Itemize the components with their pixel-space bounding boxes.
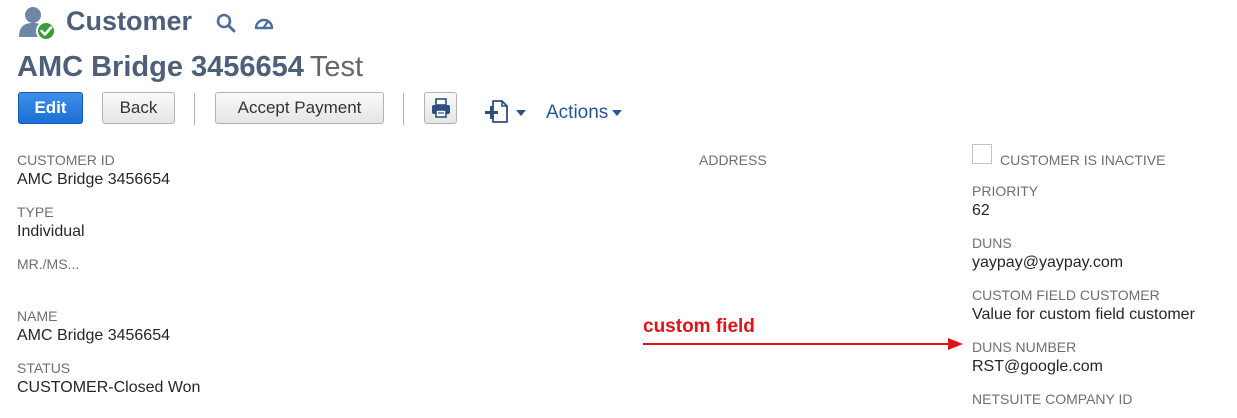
custom-field-customer-value: Value for custom field customer [972,306,1195,323]
customer-person-check-icon [19,7,56,41]
customer-inactive-label: CUSTOMER IS INACTIVE [1000,152,1166,168]
customer-inactive-checkbox[interactable] [972,144,992,164]
search-icon[interactable] [215,12,237,34]
name-label: NAME [17,308,58,324]
duns-number-value: RST@google.com [972,358,1103,375]
back-button[interactable]: Back [102,92,175,124]
edit-button[interactable]: Edit [18,92,83,124]
record-name: AMC Bridge 3456654 [17,51,304,83]
accept-payment-button[interactable]: Accept Payment [215,92,384,124]
page-title: AMC Bridge 3456654 Test [17,48,363,86]
customer-id-label: CUSTOMER ID [17,152,115,168]
toolbar-separator [403,93,404,125]
name-value: AMC Bridge 3456654 [17,327,170,344]
duns-value: yaypay@yaypay.com [972,254,1124,271]
record-type-title: Customer [66,6,193,36]
print-icon [431,98,450,118]
custom-field-customer-label: CUSTOM FIELD CUSTOMER [972,287,1160,303]
new-document-icon[interactable] [485,99,529,125]
duns-number-label: DUNS NUMBER [972,339,1077,355]
print-button[interactable] [424,92,457,124]
chevron-down-icon [612,109,623,116]
customer-id-value: AMC Bridge 3456654 [17,171,170,188]
salutation-label: MR./MS... [17,256,80,272]
record-subtitle: Test [309,51,364,83]
actions-label: Actions [546,102,609,123]
status-value: CUSTOMER-Closed Won [17,379,201,396]
priority-value: 62 [972,202,990,219]
dashboard-gauge-icon[interactable] [253,12,275,34]
annotation-arrow-icon [643,338,963,350]
type-value: Individual [17,223,85,240]
type-label: TYPE [17,204,54,220]
status-label: STATUS [17,360,71,376]
address-label: ADDRESS [699,152,767,168]
duns-label: DUNS [972,235,1012,251]
priority-label: PRIORITY [972,183,1039,199]
netsuite-company-id-label: NETSUITE COMPANY ID [972,391,1133,407]
toolbar-separator [194,93,195,125]
actions-menu[interactable]: Actions [546,101,623,125]
